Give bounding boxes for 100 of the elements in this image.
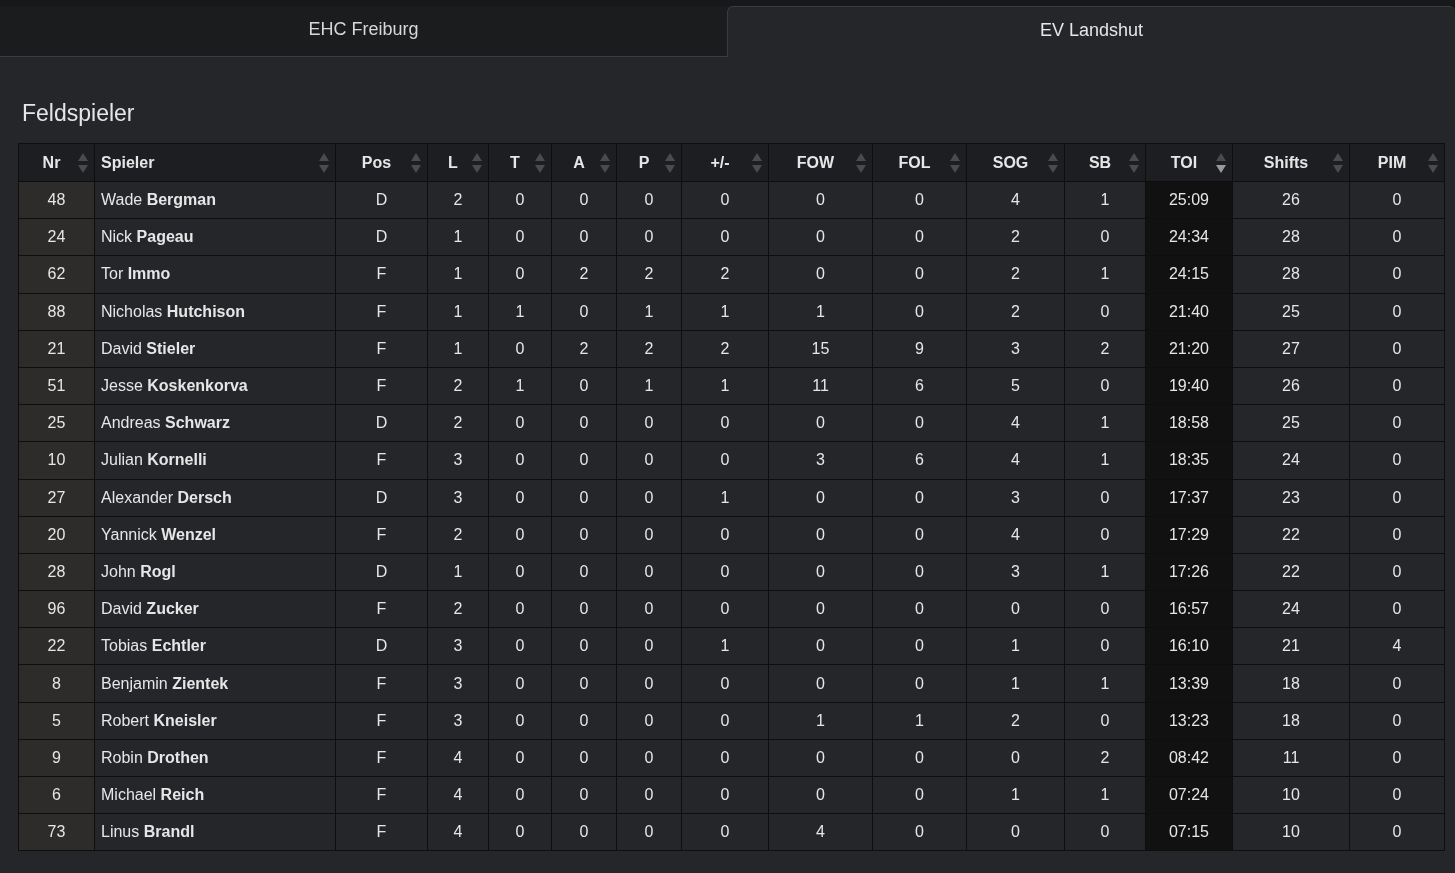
table-cell: 4 xyxy=(1349,627,1445,665)
column-header[interactable]: +/- xyxy=(681,143,769,182)
table-cell: 3 xyxy=(427,664,489,703)
table-cell: 10 xyxy=(1232,813,1350,851)
table-cell: 0 xyxy=(488,553,552,591)
table-cell: 3 xyxy=(768,441,873,479)
table-cell: 4 xyxy=(966,404,1065,442)
table-cell: 0 xyxy=(551,664,617,703)
table-cell: 0 xyxy=(488,813,552,851)
table-cell: 23 xyxy=(1232,479,1350,517)
column-header[interactable]: L xyxy=(427,143,489,182)
table-cell: 0 xyxy=(488,479,552,517)
table-cell: 1 xyxy=(1064,255,1146,294)
column-header[interactable]: SB xyxy=(1064,143,1146,182)
player-name: Tor Immo xyxy=(94,255,336,294)
table-cell: 9 xyxy=(872,330,967,368)
table-cell: 0 xyxy=(768,516,873,554)
table-cell: 0 xyxy=(872,739,967,777)
table-cell: F xyxy=(335,293,428,331)
table-cell: 3 xyxy=(427,479,489,517)
table-cell: 2 xyxy=(427,590,489,628)
column-header[interactable]: FOW xyxy=(768,143,873,182)
table-cell: 0 xyxy=(681,590,769,628)
table-cell: 0 xyxy=(768,479,873,517)
column-header[interactable]: Pos xyxy=(335,143,428,182)
table-cell: F xyxy=(335,516,428,554)
table-cell: 2 xyxy=(1064,330,1146,368)
table-cell: F xyxy=(335,776,428,814)
table-cell: 1 xyxy=(1064,664,1146,703)
table-cell: 0 xyxy=(1064,218,1146,256)
table-cell: 0 xyxy=(551,590,617,628)
table-cell: 0 xyxy=(1349,293,1445,331)
team-tab[interactable]: EV Landshut xyxy=(727,6,1455,57)
table-cell: F xyxy=(335,330,428,368)
column-header[interactable]: PIM xyxy=(1349,143,1445,182)
table-cell: 4 xyxy=(427,776,489,814)
table-cell: 0 xyxy=(768,553,873,591)
table-cell: D xyxy=(335,218,428,256)
table-cell: D xyxy=(335,479,428,517)
table-cell: 5 xyxy=(966,367,1065,405)
column-header[interactable]: A xyxy=(551,143,617,182)
table-cell: F xyxy=(335,441,428,479)
table-cell: 0 xyxy=(488,516,552,554)
table-cell: 28 xyxy=(18,553,95,591)
table-cell: 0 xyxy=(1349,739,1445,777)
table-cell: 0 xyxy=(551,516,617,554)
player-name: Robin Drothen xyxy=(94,739,336,777)
table-cell: 1 xyxy=(616,293,682,331)
table-cell: 2 xyxy=(427,404,489,442)
table-cell: 22 xyxy=(1232,516,1350,554)
column-header[interactable]: Nr xyxy=(18,143,95,182)
column-header[interactable]: Shifts xyxy=(1232,143,1350,182)
table-cell: 22 xyxy=(1232,553,1350,591)
column-header[interactable]: FOL xyxy=(872,143,967,182)
table-cell: 0 xyxy=(1064,367,1146,405)
table-cell: 0 xyxy=(872,479,967,517)
table-cell: 13:23 xyxy=(1145,702,1233,740)
table-cell: 0 xyxy=(1349,664,1445,703)
table-cell: 1 xyxy=(427,293,489,331)
table-cell: 0 xyxy=(616,553,682,591)
column-header[interactable]: SOG xyxy=(966,143,1065,182)
table-cell: 2 xyxy=(427,181,489,219)
table-cell: 62 xyxy=(18,255,95,294)
column-header[interactable]: TOI xyxy=(1145,143,1233,182)
table-cell: 0 xyxy=(681,553,769,591)
table-cell: 0 xyxy=(872,181,967,219)
table-cell: 0 xyxy=(681,516,769,554)
column-header[interactable]: Spieler xyxy=(94,143,336,182)
table-cell: 0 xyxy=(1349,516,1445,554)
table-cell: 1 xyxy=(768,702,873,740)
table-cell: 0 xyxy=(1349,553,1445,591)
table-cell: F xyxy=(335,664,428,703)
table-cell: 0 xyxy=(1349,776,1445,814)
table-cell: 0 xyxy=(966,739,1065,777)
player-name: Linus Brandl xyxy=(94,813,336,851)
player-name: Benjamin Zientek xyxy=(94,664,336,703)
table-cell: 0 xyxy=(616,590,682,628)
table-cell: 25 xyxy=(18,404,95,442)
table-cell: 22 xyxy=(18,627,95,665)
table-cell: 18:58 xyxy=(1145,404,1233,442)
table-cell: 1 xyxy=(966,627,1065,665)
player-name: Julian Kornelli xyxy=(94,441,336,479)
table-cell: 0 xyxy=(551,813,617,851)
table-cell: 1 xyxy=(1064,404,1146,442)
table-cell: 27 xyxy=(1232,330,1350,368)
table-cell: D xyxy=(335,553,428,591)
table-cell: D xyxy=(335,181,428,219)
column-header[interactable]: P xyxy=(616,143,682,182)
table-cell: 0 xyxy=(1349,330,1445,368)
table-cell: 0 xyxy=(616,627,682,665)
table-cell: 1 xyxy=(681,293,769,331)
table-cell: 0 xyxy=(551,553,617,591)
column-header[interactable]: T xyxy=(488,143,552,182)
table-cell: 48 xyxy=(18,181,95,219)
table-cell: F xyxy=(335,255,428,294)
team-tab[interactable]: EHC Freiburg xyxy=(0,6,727,57)
table-cell: 1 xyxy=(768,293,873,331)
table-cell: 11 xyxy=(768,367,873,405)
table-cell: F xyxy=(335,702,428,740)
player-name: Michael Reich xyxy=(94,776,336,814)
